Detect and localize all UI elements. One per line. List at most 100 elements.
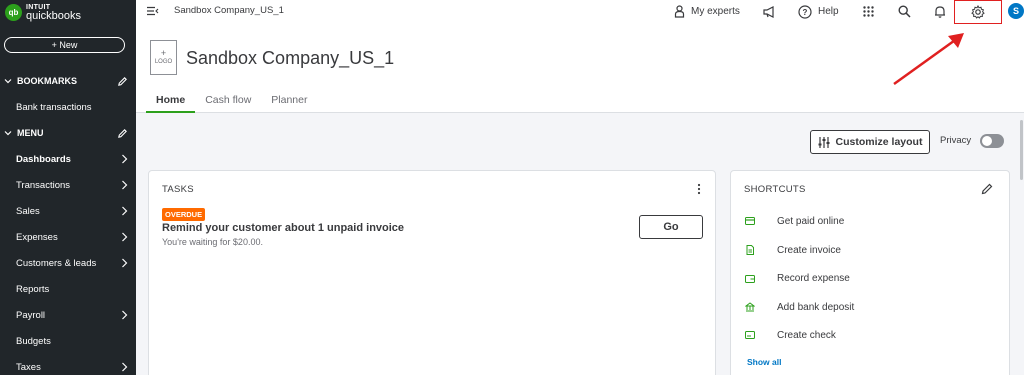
settings-button-highlighted[interactable] bbox=[954, 0, 1002, 24]
red-annotation-arrow-icon bbox=[893, 33, 964, 86]
chevron-right-icon bbox=[122, 232, 128, 242]
chevron-right-icon bbox=[122, 154, 128, 164]
help-label: Help bbox=[818, 6, 839, 17]
sidebar-item-label: Dashboards bbox=[16, 153, 71, 165]
company-logo-placeholder[interactable]: + LOGO bbox=[150, 40, 177, 75]
shortcut-label: Record expense bbox=[777, 272, 850, 284]
bookmarks-label: BOOKMARKS bbox=[17, 76, 77, 86]
search-icon bbox=[898, 5, 911, 18]
invoice-icon bbox=[746, 245, 754, 255]
avatar[interactable]: S bbox=[1008, 3, 1024, 19]
page-title: Sandbox Company_US_1 bbox=[186, 48, 395, 68]
logo-placeholder-text: LOGO bbox=[154, 58, 173, 65]
sidebar: qb INTUIT quickbooks + New BOOKMARKS Ban… bbox=[0, 0, 136, 375]
sidebar-item-label: Transactions bbox=[16, 179, 71, 191]
go-button[interactable]: Go bbox=[639, 215, 703, 239]
sliders-icon bbox=[818, 136, 830, 148]
my-experts-label: My experts bbox=[691, 6, 740, 17]
gear-icon bbox=[971, 5, 985, 19]
edit-shortcuts-pencil-icon[interactable] bbox=[981, 183, 993, 195]
sidebar-item-label: Expenses bbox=[16, 231, 58, 243]
shortcut-create-invoice[interactable]: Create invoice bbox=[745, 241, 841, 259]
shortcut-create-check[interactable]: Create check bbox=[745, 326, 836, 344]
sidebar-item-label: Customers & leads bbox=[16, 257, 97, 269]
feedback-button[interactable] bbox=[763, 3, 776, 20]
apps-grid-icon bbox=[863, 6, 874, 17]
deposit-icon bbox=[745, 302, 755, 312]
tasks-card: TASKS OVERDUE Remind your customer about… bbox=[148, 170, 716, 375]
qb-logo-icon: qb bbox=[5, 3, 22, 21]
dashboard-tabs: Home Cash flow Planner bbox=[146, 90, 318, 113]
quickbooks-logo[interactable]: qb INTUIT quickbooks bbox=[5, 3, 82, 22]
hamburger-icon[interactable] bbox=[147, 6, 159, 16]
sidebar-item-label: Budgets bbox=[16, 335, 51, 347]
shortcut-add-bank-deposit[interactable]: Add bank deposit bbox=[745, 298, 854, 316]
sidebar-item-label: Bank transactions bbox=[16, 101, 92, 113]
chevron-right-icon bbox=[122, 258, 128, 268]
tab-home[interactable]: Home bbox=[146, 90, 196, 113]
sidebar-item-bank-transactions[interactable]: Bank transactions bbox=[0, 94, 136, 120]
logo-quickbooks-text: quickbooks bbox=[26, 10, 82, 22]
expense-icon bbox=[745, 274, 755, 283]
help-icon: ? bbox=[798, 4, 812, 19]
shortcut-label: Get paid online bbox=[777, 215, 845, 227]
customize-layout-button[interactable]: Customize layout bbox=[810, 130, 930, 154]
my-experts-button[interactable]: My experts bbox=[674, 3, 740, 20]
chevron-down-icon bbox=[4, 131, 12, 136]
company-name-top: Sandbox Company_US_1 bbox=[174, 5, 284, 16]
bookmarks-section-header[interactable]: BOOKMARKS bbox=[0, 68, 136, 94]
sidebar-item-transactions[interactable]: Transactions bbox=[0, 172, 136, 198]
privacy-toggle[interactable] bbox=[980, 134, 1004, 148]
chevron-right-icon bbox=[122, 206, 128, 216]
shortcuts-card: SHORTCUTS Get paid online Create invoice… bbox=[730, 170, 1010, 375]
sidebar-item-sales[interactable]: Sales bbox=[0, 198, 136, 224]
new-button[interactable]: + New bbox=[4, 37, 125, 53]
help-button[interactable]: ? Help bbox=[798, 3, 839, 20]
show-all-link[interactable]: Show all bbox=[747, 357, 781, 367]
sidebar-item-customers-leads[interactable]: Customers & leads bbox=[0, 250, 136, 276]
tab-cash-flow[interactable]: Cash flow bbox=[195, 90, 261, 113]
chevron-right-icon bbox=[122, 362, 128, 372]
card-icon bbox=[745, 217, 755, 225]
tasks-title: TASKS bbox=[162, 184, 194, 195]
shortcut-label: Create invoice bbox=[777, 244, 841, 256]
apps-button[interactable] bbox=[863, 3, 874, 20]
page-scrollbar-thumb[interactable] bbox=[1020, 120, 1023, 180]
experts-icon bbox=[674, 5, 685, 18]
more-options-icon[interactable] bbox=[697, 183, 701, 195]
sidebar-item-label: Taxes bbox=[16, 361, 41, 373]
tab-planner[interactable]: Planner bbox=[261, 90, 317, 113]
task-subtitle: You're waiting for $20.00. bbox=[162, 237, 263, 247]
svg-text:?: ? bbox=[803, 8, 808, 17]
shortcut-get-paid-online[interactable]: Get paid online bbox=[745, 212, 844, 230]
notifications-button[interactable] bbox=[934, 3, 946, 20]
check-icon bbox=[745, 331, 755, 339]
edit-bookmarks-pencil-icon[interactable] bbox=[117, 76, 128, 87]
sidebar-item-reports[interactable]: Reports bbox=[0, 276, 136, 302]
sidebar-item-taxes[interactable]: Taxes bbox=[0, 354, 136, 375]
customize-layout-label: Customize layout bbox=[835, 136, 923, 148]
top-bar: Sandbox Company_US_1 My experts ? Help S bbox=[136, 0, 1024, 24]
sidebar-item-expenses[interactable]: Expenses bbox=[0, 224, 136, 250]
menu-section-header[interactable]: MENU bbox=[0, 120, 136, 146]
overdue-badge: OVERDUE bbox=[162, 208, 206, 221]
sidebar-item-dashboards[interactable]: Dashboards bbox=[0, 146, 136, 172]
sidebar-item-label: Reports bbox=[16, 283, 50, 295]
megaphone-icon bbox=[763, 5, 774, 18]
shortcuts-title: SHORTCUTS bbox=[744, 184, 806, 195]
shortcut-label: Create check bbox=[777, 329, 836, 341]
chevron-down-icon bbox=[4, 79, 12, 84]
sidebar-item-budgets[interactable]: Budgets bbox=[0, 328, 136, 354]
chevron-right-icon bbox=[122, 310, 128, 320]
shortcut-label: Add bank deposit bbox=[777, 301, 855, 313]
sidebar-item-payroll[interactable]: Payroll bbox=[0, 302, 136, 328]
privacy-label: Privacy bbox=[940, 135, 972, 146]
edit-menu-pencil-icon[interactable] bbox=[117, 128, 128, 139]
chevron-right-icon bbox=[122, 180, 128, 190]
menu-label: MENU bbox=[17, 128, 44, 138]
sidebar-item-label: Payroll bbox=[16, 309, 46, 321]
search-button[interactable] bbox=[898, 3, 911, 20]
task-title: Remind your customer about 1 unpaid invo… bbox=[162, 222, 405, 234]
sidebar-item-label: Sales bbox=[16, 205, 40, 217]
shortcut-record-expense[interactable]: Record expense bbox=[745, 269, 850, 287]
